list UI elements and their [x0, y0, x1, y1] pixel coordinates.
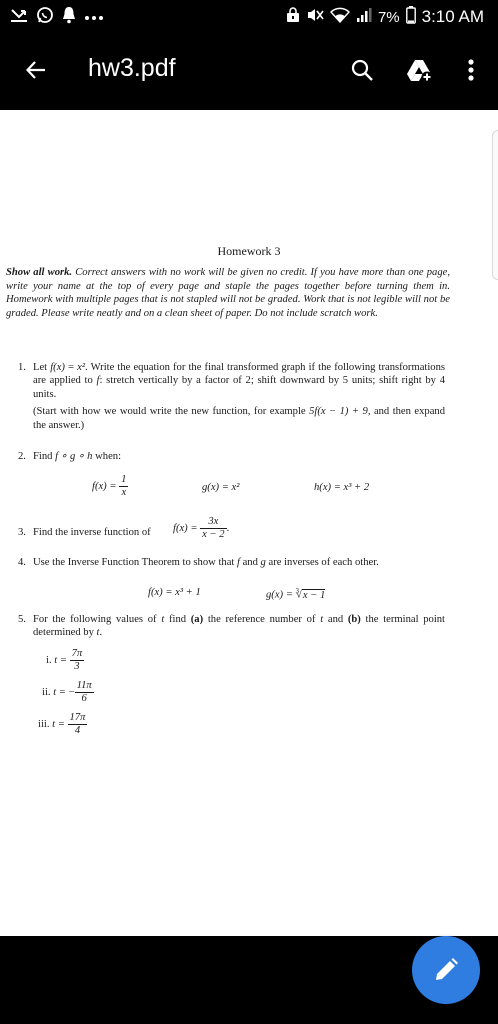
math: t = — [54, 654, 70, 666]
text: find — [164, 614, 191, 625]
whatsapp-icon — [36, 6, 54, 29]
problem-number: 3. — [18, 527, 26, 538]
denominator: x − 2 — [202, 529, 225, 540]
math: f(x) — [50, 362, 65, 373]
label-a: (a) — [190, 614, 204, 625]
battery-percent: 7% — [377, 8, 400, 26]
text: and — [239, 557, 261, 568]
text: Find the inverse function of — [33, 527, 151, 538]
sub-label: i. — [46, 654, 52, 666]
sub-label: ii. — [42, 686, 51, 698]
text: and — [323, 614, 348, 625]
math: t = — [52, 718, 68, 730]
fraction: 7π 3 — [69, 648, 85, 673]
search-button[interactable] — [342, 50, 382, 90]
problem-number: 5. — [18, 614, 26, 625]
subproblem-ii: ii. t = −11π 6 — [42, 680, 94, 705]
file-title: hw3.pdf — [88, 54, 176, 82]
back-arrow-icon — [25, 61, 45, 79]
math: f(x) = — [92, 480, 120, 492]
search-icon — [351, 59, 373, 81]
radical-sign: √ — [296, 589, 302, 601]
fraction: 17π 4 — [67, 712, 88, 737]
math: f(x) = — [173, 522, 201, 534]
text: Find — [33, 451, 56, 462]
status-system: 7% 3:10 AM — [286, 5, 484, 29]
problem-text: Find f ∘ g ∘ h when: — [33, 450, 445, 463]
homework-title: Homework 3 — [217, 244, 281, 258]
problem-number: 4. — [18, 557, 26, 568]
formula-f4: f(x) = x³ + 1 — [148, 587, 201, 598]
app-bar: hw3.pdf — [0, 34, 498, 110]
label-b: (b) — [347, 614, 361, 625]
wifi-icon — [329, 7, 350, 28]
problem-text: For the following values of t find (a) t… — [33, 613, 445, 640]
text: (Start with how we would write the new f… — [33, 406, 310, 418]
formula-g4: g(x) = 3√x − 1 — [266, 587, 326, 601]
math: f ∘ g ∘ h — [55, 451, 93, 462]
text: = — [64, 362, 78, 373]
battery-icon — [405, 5, 416, 29]
denominator: 3 — [74, 661, 80, 672]
numerator: 1 — [119, 474, 129, 487]
formula-inverse: f(x) = 3x x − 2. — [173, 516, 229, 541]
denominator: x — [121, 487, 127, 498]
denominator: 6 — [81, 693, 87, 704]
notification-bell-icon — [62, 6, 76, 29]
more-vertical-icon — [468, 59, 474, 81]
radicand: x − 1 — [301, 588, 326, 601]
problem-text: Let f(x) = x². Write the equation for th… — [33, 361, 445, 432]
problem-text: Use the Inverse Function Theorem to show… — [33, 556, 445, 569]
instructions-paragraph: Show all work. Correct answers with no w… — [6, 266, 450, 320]
numerator: 11π — [74, 680, 94, 693]
formula-g: g(x) = x² — [202, 482, 240, 493]
math: g(x) = — [266, 589, 296, 601]
signal-icon — [356, 7, 372, 28]
instructions-text: Correct answers with no work will be giv… — [6, 267, 450, 319]
problem-text: Find the inverse function of — [33, 526, 151, 539]
clock: 3:10 AM — [421, 7, 484, 26]
text: For the following values of — [33, 614, 162, 625]
math: x² — [77, 362, 86, 373]
status-bar: 7% 3:10 AM — [0, 0, 498, 34]
problem-number: 1. — [18, 362, 26, 373]
edit-pencil-icon — [436, 958, 458, 980]
missed-call-icon — [10, 7, 28, 28]
sub-label: iii. — [38, 718, 50, 730]
text: . — [99, 627, 103, 639]
numerator: 7π — [69, 648, 85, 661]
problem-number: 2. — [18, 451, 26, 462]
text: the reference number of — [203, 614, 321, 625]
math: t = — [53, 686, 69, 698]
back-button[interactable] — [18, 52, 54, 88]
subproblem-i: i. t = 7π 3 — [46, 648, 85, 673]
numerator: 17π — [67, 712, 88, 725]
more-options-button[interactable] — [456, 50, 486, 90]
problem-note: (Start with how we would write the new f… — [33, 405, 445, 432]
text: Let — [33, 362, 51, 373]
more-notifications-icon — [84, 8, 104, 26]
subproblem-iii: iii. t = 17π 4 — [38, 712, 88, 737]
math: 5f(x − 1) + 9 — [309, 406, 368, 418]
pdf-viewer[interactable]: Homework 3 Show all work. Correct answer… — [0, 110, 498, 936]
formula-h: h(x) = x³ + 2 — [314, 482, 370, 493]
text: . — [226, 522, 230, 534]
text: are inverses of each other. — [265, 557, 379, 568]
formula-f: f(x) = 1x — [92, 474, 129, 499]
status-notifications — [10, 6, 104, 28]
denominator: 4 — [74, 725, 81, 736]
add-to-drive-button[interactable] — [400, 50, 440, 90]
mute-icon — [306, 7, 324, 28]
lock-icon — [286, 6, 300, 28]
text: Use the Inverse Function Theorem to show… — [33, 557, 237, 568]
google-drive-add-icon — [407, 60, 433, 82]
fraction: 11π 6 — [74, 680, 94, 705]
edit-fab-button[interactable] — [412, 936, 480, 1004]
text: when: — [92, 451, 122, 462]
fraction: 1x — [119, 474, 129, 499]
instructions-bold: Show all work. — [6, 267, 73, 278]
numerator: 3x — [200, 516, 227, 529]
fraction: 3x x − 2 — [200, 516, 227, 541]
